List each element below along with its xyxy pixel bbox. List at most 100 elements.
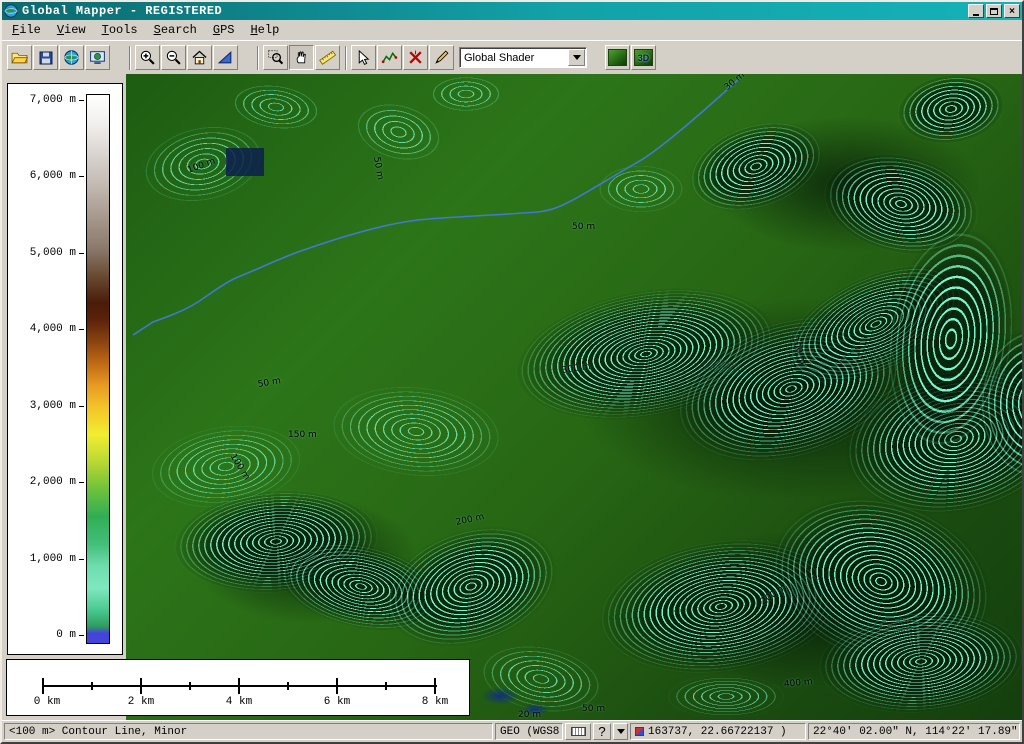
shader-dropdown-button[interactable] [568,49,585,66]
select-tool-button[interactable] [351,45,376,70]
toolbar-gap [239,57,253,58]
map-view[interactable]: 30 m 50 m 100 m 50 m 100 m 300 m 50 m 15… [126,74,1022,720]
position-icon [635,727,644,736]
menu-tools[interactable]: Tools [94,21,146,39]
contour-label: 50 m [257,376,281,390]
legend-tick-6000: 6,000 m [30,170,76,182]
chevron-down-icon [573,55,581,60]
home-icon [191,49,208,66]
scale-tick [91,682,93,690]
save-floppy-icon [38,50,54,66]
app-globe-icon [4,4,18,18]
zoom-in-button[interactable] [135,45,160,70]
online-data-button[interactable] [59,45,84,70]
red-x-icon [407,49,424,66]
contour-label: 50 m [582,704,605,714]
scale-tick [336,678,338,694]
scale-label-8km: 8 km [422,696,448,708]
contour-label: 30 m [723,74,747,93]
status-coordinates-xy: 163737, 22.66722137 ) [648,726,787,738]
scale-tick [287,682,289,690]
toolbar-separator [129,46,131,70]
path-profile-button[interactable] [377,45,402,70]
contour-label: 50 m [572,222,595,232]
zoom-in-icon [139,49,156,66]
digitizer-tool-button[interactable] [429,45,454,70]
legend-tick-5000: 5,000 m [30,247,76,259]
contour-rings [426,74,506,114]
maximize-icon [990,8,998,15]
full-view-button[interactable] [187,45,212,70]
control-center-button[interactable] [85,45,110,70]
menu-file[interactable]: File [4,21,49,39]
scale-label-0km: 0 km [34,696,60,708]
status-expand-button[interactable] [613,723,628,740]
contour-rings [666,674,786,719]
legend-tick-7000: 7,000 m [30,94,76,106]
scale-tick [385,682,387,690]
scale-tick [238,678,240,694]
show-path-profile-map-button[interactable] [605,45,630,70]
zoom-tool-button[interactable] [263,45,288,70]
shader-dropdown-value: Global Shader [460,52,568,64]
scale-tick [140,678,142,694]
menu-help[interactable]: Help [242,21,287,39]
status-tool-text: <100 m> Contour Line, Minor [9,726,187,738]
scale-ramp-icon [217,49,234,66]
shader-dropdown[interactable]: Global Shader [459,47,587,68]
menu-view[interactable]: View [49,21,94,39]
title-bar[interactable]: Global Mapper - REGISTERED × [2,2,1022,20]
toolbar-separator [257,46,259,70]
arrow-cursor-icon [355,49,372,66]
help-icon: ? [598,724,605,739]
legend-tick-1000: 1,000 m [30,553,76,565]
scale-label-6km: 6 km [324,696,350,708]
status-coordinates-panel: 163737, 22.66722137 ) [630,723,806,740]
zoom-scale-button[interactable] [213,45,238,70]
pan-hand-icon [293,49,310,66]
contour-rings [596,164,686,214]
menu-gps[interactable]: GPS [205,21,243,39]
help-button[interactable]: ? [593,723,611,740]
clear-measure-button[interactable] [403,45,428,70]
menu-bar: File View Tools Search GPS Help [2,20,1022,40]
save-button[interactable] [33,45,58,70]
contour-label: 20 m [518,710,541,720]
elevation-legend-panel: 7,000 m 6,000 m 5,000 m 4,000 m 3,000 m … [7,83,123,655]
keyboard-button[interactable] [565,723,591,740]
open-button[interactable] [7,45,32,70]
scale-line [43,685,437,687]
legend-tick-3000: 3,000 m [30,400,76,412]
terrain-3d-icon: 3D [634,49,653,66]
main-area: 7,000 m 6,000 m 5,000 m 4,000 m 3,000 m … [2,74,1022,720]
close-icon: × [1009,6,1015,17]
close-button[interactable]: × [1004,4,1020,18]
pen-icon [433,49,450,66]
water-body [478,686,522,706]
contour-label: 150 m [288,430,317,440]
global-mapper-window: Global Mapper - REGISTERED × File View T… [0,0,1024,744]
legend-tick-0: 0 m [56,629,76,641]
menu-search[interactable]: Search [146,21,205,39]
zoom-out-button[interactable] [161,45,186,70]
chevron-down-icon [617,729,625,734]
keyboard-icon [571,727,586,736]
measure-tool-button[interactable] [315,45,340,70]
scale-label-2km: 2 km [128,696,154,708]
status-coordinates-dms: 22°40' 02.00" N, 114°22' 17.89" E [813,726,1020,738]
elevation-colorbar [86,94,110,644]
scale-tick [42,678,44,694]
minimize-button[interactable] [968,4,984,18]
contour-rings [322,375,511,488]
dark-terrain-patch [226,148,264,176]
path-profile-icon [381,49,398,66]
scale-label-4km: 4 km [226,696,252,708]
scale-bar-panel: 0 km 2 km 4 km 6 km 8 km [6,659,470,716]
toolbar: Global Shader 3D [2,40,1022,74]
pan-tool-button[interactable] [289,45,314,70]
status-projection-panel: GEO (WGS8 [495,723,563,740]
ruler-icon [319,49,336,66]
toolbar-gap [591,57,605,58]
view-3d-button[interactable]: 3D [631,45,656,70]
maximize-button[interactable] [986,4,1002,18]
